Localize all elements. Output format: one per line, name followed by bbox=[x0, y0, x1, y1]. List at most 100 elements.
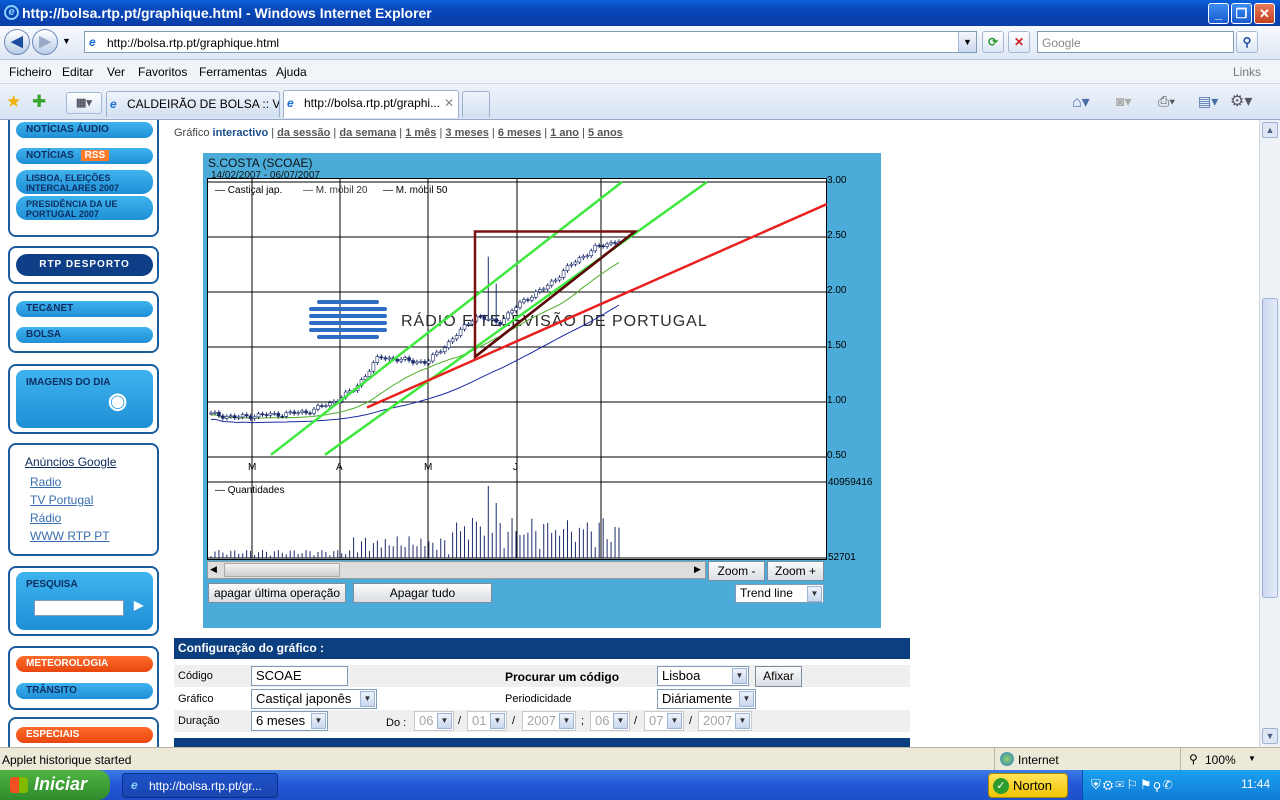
period-semana[interactable]: da semana bbox=[339, 127, 396, 139]
maximize-button[interactable]: ❐ bbox=[1231, 3, 1252, 24]
menu-ficheiro[interactable]: Ficheiro bbox=[9, 65, 52, 79]
chart-scroll-thumb[interactable] bbox=[224, 563, 340, 577]
procurar-label: Procurar um código bbox=[505, 670, 620, 684]
rtp-desporto-logo[interactable]: RTP DESPORTO bbox=[16, 254, 153, 276]
tray-icons[interactable]: ⛨⚙✉⚐⚑⚲✆ bbox=[1091, 777, 1175, 793]
menu-ajuda[interactable]: Ajuda bbox=[276, 65, 307, 79]
pesquisa-input[interactable] bbox=[34, 600, 124, 616]
duracao-select[interactable]: 6 meses ▼ bbox=[251, 711, 328, 731]
undo-last-button[interactable]: apagar última operação bbox=[208, 583, 346, 603]
candle-body-92 bbox=[573, 261, 578, 265]
periodicidade-select[interactable]: Diáriamente ▼ bbox=[657, 689, 756, 709]
page-menu-icon[interactable]: ▤▾ bbox=[1198, 93, 1218, 110]
noticias-audio-link[interactable]: NOTÍCIAS ÁUDIO bbox=[16, 122, 153, 138]
history-dropdown-icon[interactable]: ▼ bbox=[62, 36, 71, 46]
menu-ferramentas[interactable]: Ferramentas bbox=[199, 65, 267, 79]
menu-favoritos[interactable]: Favoritos bbox=[138, 65, 187, 79]
scroll-down-icon[interactable]: ▼ bbox=[1262, 728, 1278, 744]
month-from-select[interactable]: 01 ▼ bbox=[467, 711, 507, 731]
zoom-dropdown-icon[interactable]: ▼ bbox=[1248, 754, 1256, 763]
refresh-button[interactable]: ⟳ bbox=[982, 31, 1004, 53]
address-dropdown-icon[interactable]: ▼ bbox=[958, 32, 976, 52]
ad-link-tv-portugal[interactable]: TV Portugal bbox=[30, 493, 93, 507]
grafico-select[interactable]: Castiçal japonês ▼ bbox=[251, 689, 377, 709]
links-label[interactable]: Links bbox=[1233, 65, 1261, 79]
tools-gear-icon[interactable]: ⚙▾ bbox=[1230, 91, 1252, 111]
search-icon[interactable]: ⚲ bbox=[1236, 31, 1258, 53]
add-favorites-icon[interactable]: ✚ bbox=[32, 92, 46, 112]
norton-button[interactable]: ✓ Norton bbox=[988, 773, 1068, 798]
zoom-in-button[interactable]: Zoom + bbox=[767, 561, 824, 581]
address-bar[interactable]: e http://bolsa.rtp.pt/graphique.html ▼ bbox=[84, 31, 977, 53]
taskbar-ie-window[interactable]: e http://bolsa.rtp.pt/gr... bbox=[122, 773, 278, 798]
start-button[interactable]: Iniciar bbox=[0, 770, 110, 800]
candle-body-45 bbox=[387, 357, 392, 360]
watermark-text: RÁDIO E TELEVISÃO DE PORTUGAL bbox=[401, 310, 708, 330]
stop-button[interactable]: ✕ bbox=[1008, 31, 1030, 53]
favorites-star-icon[interactable]: ★ bbox=[6, 92, 21, 112]
clear-all-button[interactable]: Apagar tudo bbox=[353, 583, 492, 603]
candle-body-51 bbox=[411, 360, 415, 364]
address-input[interactable]: http://bolsa.rtp.pt/graphique.html bbox=[107, 36, 279, 50]
menu-ver[interactable]: Ver bbox=[107, 65, 125, 79]
period-3-meses[interactable]: 3 meses bbox=[445, 127, 488, 139]
zoom-icon[interactable]: ⚲ bbox=[1189, 752, 1198, 766]
tab-close-icon[interactable]: ✕ bbox=[444, 96, 454, 110]
tab-caldeirao[interactable]: e CALDEIRÃO DE BOLSA :: Ver... bbox=[106, 91, 280, 117]
feeds-icon[interactable]: ◙▾ bbox=[1116, 93, 1131, 110]
period-1-ano[interactable]: 1 ano bbox=[550, 127, 579, 139]
period-5-anos[interactable]: 5 anos bbox=[588, 127, 623, 139]
noticias-rss-link[interactable]: NOTÍCIAS RSS bbox=[16, 148, 153, 164]
candle-body-58 bbox=[438, 351, 443, 354]
search-input[interactable]: Google bbox=[1037, 31, 1234, 53]
pesquisa-go-icon[interactable]: ▶ bbox=[134, 599, 143, 611]
imagens-do-dia-link[interactable]: IMAGENS DO DIA ◉ bbox=[16, 370, 153, 428]
scroll-left-icon[interactable]: ◀ bbox=[210, 564, 217, 575]
zoom-out-button[interactable]: Zoom - bbox=[708, 561, 765, 581]
tab-bolsa-graphique[interactable]: e http://bolsa.rtp.pt/graphi... ✕ bbox=[283, 90, 459, 118]
meteorologia-link[interactable]: METEOROLOGIA bbox=[16, 656, 153, 672]
ad-link-www-rtp[interactable]: WWW RTP PT bbox=[30, 529, 110, 543]
day-from-select[interactable]: 06 ▼ bbox=[414, 711, 454, 731]
page-scroll-thumb[interactable] bbox=[1262, 298, 1278, 598]
back-button[interactable]: ◀ bbox=[4, 29, 30, 55]
codigo-input[interactable]: SCOAE bbox=[251, 666, 348, 686]
forward-button[interactable]: ▶ bbox=[32, 29, 58, 55]
close-button[interactable]: ✕ bbox=[1254, 3, 1275, 24]
period-sessao[interactable]: da sessão bbox=[277, 127, 330, 139]
candle-body-12 bbox=[256, 413, 261, 418]
candle-body-89 bbox=[561, 270, 566, 278]
month-to-select[interactable]: 07 ▼ bbox=[644, 711, 684, 731]
chart-canvas[interactable]: RÁDIO E TELEVISÃO DE PORTUGAL — Castiçal… bbox=[207, 178, 827, 560]
lisboa-eleicoes-link[interactable]: LISBOA, ELEIÇÕES INTERCALARES 2007 bbox=[16, 170, 153, 194]
transito-link[interactable]: TRÂNSITO bbox=[16, 683, 153, 699]
minimize-button[interactable]: _ bbox=[1208, 3, 1229, 24]
period-6-meses[interactable]: 6 meses bbox=[498, 127, 541, 139]
period-1-mes[interactable]: 1 mês bbox=[405, 127, 436, 139]
chart-scrollbar[interactable]: ◀ ▶ bbox=[207, 561, 706, 579]
bolsa-link[interactable]: BOLSA bbox=[16, 327, 153, 343]
scroll-right-icon[interactable]: ▶ bbox=[694, 564, 701, 575]
price-chart[interactable]: RÁDIO E TELEVISÃO DE PORTUGAL — Castiçal… bbox=[207, 178, 827, 560]
especiais-link[interactable]: ESPECIAIS bbox=[16, 727, 153, 743]
new-tab-button[interactable] bbox=[462, 91, 490, 117]
tool-select[interactable]: Trend line ▼ bbox=[735, 584, 824, 603]
scroll-up-icon[interactable]: ▲ bbox=[1262, 122, 1278, 138]
year-from-select[interactable]: 2007 ▼ bbox=[522, 711, 576, 731]
tecnet-link[interactable]: TEC&NET bbox=[16, 301, 153, 317]
page-scrollbar[interactable]: ▲ ▼ bbox=[1259, 120, 1280, 747]
mercado-select[interactable]: Lisboa ▼ bbox=[657, 666, 749, 686]
day-to-select[interactable]: 06 ▼ bbox=[590, 711, 630, 731]
quick-tabs-icon[interactable]: ▦▾ bbox=[66, 92, 102, 114]
google-ads-title[interactable]: Anúncios Google bbox=[25, 455, 116, 469]
year-to-select[interactable]: 2007 ▼ bbox=[698, 711, 752, 731]
candle-body-70 bbox=[486, 319, 491, 321]
print-icon[interactable]: ⎙▾ bbox=[1158, 93, 1175, 110]
presidencia-ue-link[interactable]: PRESIDÊNCIA DA UE PORTUGAL 2007 bbox=[16, 196, 153, 220]
afixar-button[interactable]: Afixar bbox=[755, 666, 802, 687]
ad-link-radio-accent[interactable]: Rádio bbox=[30, 511, 61, 525]
home-icon[interactable]: ⌂▾ bbox=[1072, 92, 1090, 112]
zoom-level[interactable]: 100% bbox=[1205, 753, 1236, 767]
menu-editar[interactable]: Editar bbox=[62, 65, 93, 79]
ad-link-radio[interactable]: Radio bbox=[30, 475, 61, 489]
